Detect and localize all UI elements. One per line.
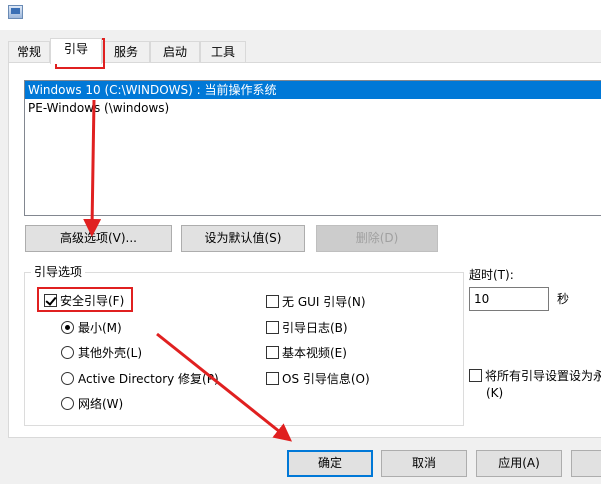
annotation-arrows <box>83 99 293 442</box>
arrow-to-ok-button <box>156 332 293 442</box>
arrow-to-advanced-button <box>83 99 102 237</box>
tab-boot[interactable]: 引导 <box>50 38 102 64</box>
